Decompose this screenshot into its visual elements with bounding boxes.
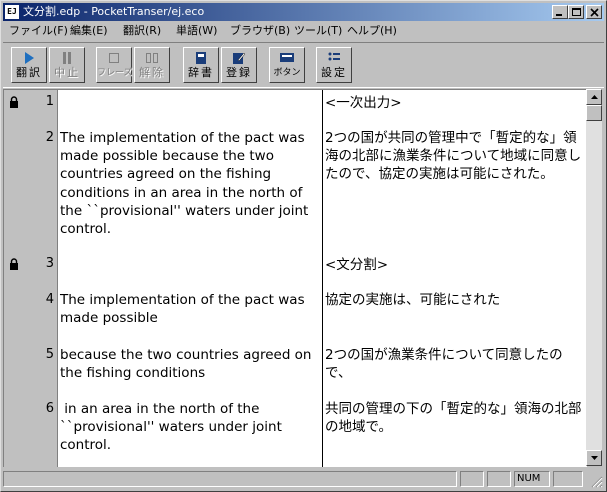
maximize-icon [572, 8, 581, 16]
phrase-label: フレーズ [97, 68, 133, 78]
register-icon [233, 52, 246, 64]
pause-icon [63, 52, 71, 64]
register-label: 登録 [226, 66, 252, 79]
row-number: 1 [45, 94, 54, 109]
status-panel-4 [553, 471, 583, 487]
num-lock-indicator: NUM [514, 471, 550, 487]
vertical-scrollbar[interactable] [586, 89, 602, 466]
translate-button[interactable]: 翻訳 [11, 47, 47, 83]
target-cell[interactable]: 共同の管理の下の「暫定的な」領海の北部の地域で。 [325, 400, 587, 436]
buttons-label: ボタン [273, 68, 301, 78]
release-label: 解除 [139, 66, 165, 79]
target-cell[interactable]: 2つの国が漁業条件について同意したので、 [325, 346, 587, 382]
menu-edit[interactable]: 編集(E) [70, 24, 108, 38]
register-button[interactable]: 登録 [221, 47, 257, 83]
book-icon [196, 52, 206, 64]
close-icon [590, 8, 599, 17]
status-panel-2 [487, 471, 511, 487]
settings-list-icon [328, 52, 340, 61]
lock-icon[interactable] [9, 96, 19, 108]
row-number: 5 [45, 347, 54, 362]
scroll-up-button[interactable] [586, 89, 602, 105]
release-button[interactable]: 解除 [134, 47, 170, 83]
status-panel-1 [460, 471, 484, 487]
app-icon[interactable]: EJ [5, 5, 19, 19]
close-button[interactable] [586, 5, 602, 19]
source-cell[interactable]: The implementation of the pact was made … [60, 291, 318, 327]
scroll-down-button[interactable] [586, 450, 602, 466]
arrow-down-icon [591, 456, 598, 460]
dictionary-label: 辞書 [188, 66, 214, 79]
row-number: 3 [45, 256, 54, 271]
resize-grip-icon[interactable] [591, 476, 603, 488]
column-divider[interactable] [322, 90, 323, 467]
row-number: 6 [45, 401, 54, 416]
dictionary-button[interactable]: 辞書 [183, 47, 219, 83]
arrow-up-icon [591, 95, 598, 99]
settings-button[interactable]: 設定 [316, 47, 352, 83]
menu-help[interactable]: ヘルプ(H) [347, 24, 397, 38]
source-cell[interactable]: in an area in the north of the ``provisi… [60, 400, 318, 455]
row-number: 4 [45, 292, 54, 307]
source-cell[interactable]: The implementation of the pact was made … [60, 129, 318, 238]
minimize-icon [556, 14, 562, 16]
settings-label: 設定 [321, 66, 347, 79]
status-message-panel [3, 471, 457, 487]
maximize-button[interactable] [568, 5, 584, 19]
menu-translate[interactable]: 翻訳(R) [123, 24, 161, 38]
menu-file[interactable]: ファイル(F) [9, 24, 68, 38]
stop-label: 中止 [54, 66, 80, 79]
release-icon [146, 53, 158, 63]
title-bar[interactable]: EJ 文分割.edp - PocketTranser/ej.eco [3, 3, 604, 21]
window-title: 文分割.edp - PocketTranser/ej.eco [23, 5, 205, 18]
row-number: 2 [45, 130, 54, 145]
status-bar: NUM [3, 469, 604, 489]
minimize-button[interactable] [552, 5, 568, 19]
phrase-button[interactable]: フレーズ [96, 47, 133, 83]
lock-icon[interactable] [9, 258, 19, 270]
button-config-icon [280, 53, 294, 62]
target-cell[interactable]: 協定の実施は、可能にされた [325, 291, 587, 309]
translate-label: 翻訳 [16, 66, 42, 79]
app-window: EJ 文分割.edp - PocketTranser/ej.eco ファイル(F… [0, 0, 607, 492]
target-cell[interactable]: <一次出力> [325, 94, 587, 112]
translation-grid[interactable]: 1 <一次出力> 2 The implementation of the pac… [3, 89, 587, 467]
play-icon [25, 52, 34, 64]
stop-button[interactable]: 中止 [49, 47, 85, 83]
target-cell[interactable]: <文分割> [325, 256, 587, 274]
toolbar: 翻訳 中止 フレーズ 解除 辞書 登録 ボタン 設定 [3, 42, 604, 88]
buttons-button[interactable]: ボタン [269, 47, 305, 83]
menu-browser[interactable]: ブラウザ(B) [230, 24, 290, 38]
menu-tools[interactable]: ツール(T) [294, 24, 342, 38]
menu-bar: ファイル(F) 編集(E) 翻訳(R) 単語(W) ブラウザ(B) ツール(T)… [3, 22, 604, 40]
phrase-icon [109, 53, 119, 63]
source-cell[interactable]: because the two countries agreed on the … [60, 346, 318, 382]
scroll-thumb[interactable] [586, 105, 602, 121]
target-cell[interactable]: 2つの国が共同の管理中で「暫定的な」領海の北部に漁業条件について地域に同意したの… [325, 129, 587, 184]
menu-word[interactable]: 単語(W) [176, 24, 217, 38]
